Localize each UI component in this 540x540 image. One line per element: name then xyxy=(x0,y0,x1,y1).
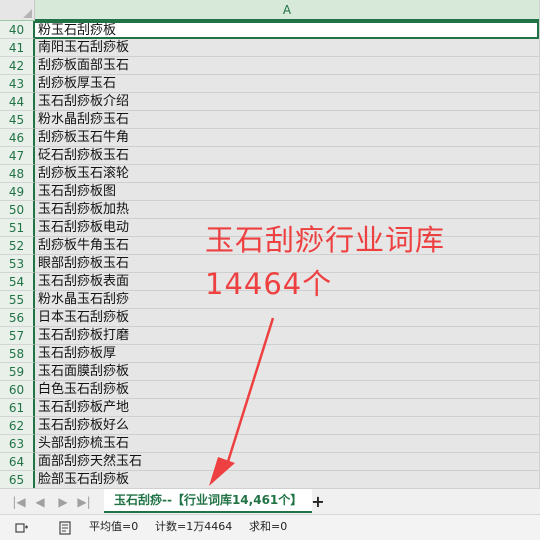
add-sheet-button[interactable]: + xyxy=(308,492,328,512)
row-header[interactable]: 52 xyxy=(0,237,35,255)
table-row: 43 刮痧板厚玉石 xyxy=(0,75,540,93)
active-cell[interactable]: 粉玉石刮痧板 xyxy=(35,21,539,39)
row-header[interactable]: 56 xyxy=(0,309,35,327)
prev-sheet-icon[interactable]: ◀ xyxy=(31,493,49,511)
table-row: 62 玉石刮痧板好么 xyxy=(0,417,540,435)
table-cell[interactable]: 刮痧板面部玉石 xyxy=(35,57,539,75)
row-header[interactable]: 49 xyxy=(0,183,35,201)
table-cell[interactable]: 玉石刮痧板图 xyxy=(35,183,539,201)
last-sheet-icon[interactable]: ▶| xyxy=(75,493,93,511)
select-all-triangle-icon xyxy=(23,9,32,18)
table-row: 65 脸部玉石刮痧板 xyxy=(0,471,540,489)
table-cell[interactable]: 玉石刮痧板好么 xyxy=(35,417,539,435)
table-row: 42 刮痧板面部玉石 xyxy=(0,57,540,75)
next-sheet-icon[interactable]: ▶ xyxy=(54,493,72,511)
accessibility-icon[interactable] xyxy=(14,520,30,536)
table-cell[interactable]: 砭石刮痧板玉石 xyxy=(35,147,539,165)
sheet-tab-bar: |◀ ◀ ▶ ▶| 玉石刮痧--【行业词库14,461个】 + xyxy=(0,488,540,514)
row-header[interactable]: 65 xyxy=(0,471,35,489)
row-header[interactable]: 50 xyxy=(0,201,35,219)
row-header[interactable]: 48 xyxy=(0,165,35,183)
table-row: 45 粉水晶刮痧玉石 xyxy=(0,111,540,129)
table-row: 60 白色玉石刮痧板 xyxy=(0,381,540,399)
table-cell[interactable]: 南阳玉石刮痧板 xyxy=(35,39,539,57)
table-cell[interactable]: 玉石刮痧板加热 xyxy=(35,201,539,219)
row-header[interactable]: 63 xyxy=(0,435,35,453)
row-header[interactable]: 53 xyxy=(0,255,35,273)
table-cell[interactable]: 刮痧板玉石滚轮 xyxy=(35,165,539,183)
table-cell[interactable]: 玉石刮痧板厚 xyxy=(35,345,539,363)
status-sum: 求和=0 xyxy=(249,520,288,533)
row-header[interactable]: 47 xyxy=(0,147,35,165)
row-header[interactable]: 44 xyxy=(0,93,35,111)
table-row: 49 玉石刮痧板图 xyxy=(0,183,540,201)
row-header[interactable]: 54 xyxy=(0,273,35,291)
sheet-tab-active[interactable]: 玉石刮痧--【行业词库14,461个】 xyxy=(104,489,313,513)
status-average: 平均值=0 xyxy=(89,520,139,533)
row-header[interactable]: 42 xyxy=(0,57,35,75)
column-header-a[interactable]: A xyxy=(35,0,539,21)
table-row: 59 玉石面膜刮痧板 xyxy=(0,363,540,381)
table-row: 46 刮痧板玉石牛角 xyxy=(0,129,540,147)
table-cell[interactable]: 刮痧板厚玉石 xyxy=(35,75,539,93)
row-header[interactable]: 40 xyxy=(0,21,35,39)
annotation-line-1: 玉石刮痧行业词库 xyxy=(205,223,446,257)
table-row: 58 玉石刮痧板厚 xyxy=(0,345,540,363)
table-cell[interactable]: 脸部玉石刮痧板 xyxy=(35,471,539,489)
row-header[interactable]: 59 xyxy=(0,363,35,381)
table-cell[interactable]: 玉石刮痧板打磨 xyxy=(35,327,539,345)
table-cell[interactable]: 玉石刮痧板介绍 xyxy=(35,93,539,111)
table-row: 41 南阳玉石刮痧板 xyxy=(0,39,540,57)
table-row: 63 头部刮痧梳玉石 xyxy=(0,435,540,453)
table-cell[interactable]: 刮痧板玉石牛角 xyxy=(35,129,539,147)
table-row: 44 玉石刮痧板介绍 xyxy=(0,93,540,111)
row-header[interactable]: 58 xyxy=(0,345,35,363)
table-row: 57 玉石刮痧板打磨 xyxy=(0,327,540,345)
select-all-corner[interactable] xyxy=(0,0,35,21)
status-bar: 平均值=0 计数=1万4464 求和=0 xyxy=(0,514,540,540)
table-row: 47 砭石刮痧板玉石 xyxy=(0,147,540,165)
row-header[interactable]: 51 xyxy=(0,219,35,237)
table-row: 40 粉玉石刮痧板 xyxy=(0,21,540,39)
page-view-icon[interactable] xyxy=(57,520,73,536)
row-header[interactable]: 62 xyxy=(0,417,35,435)
annotation-text: 玉石刮痧行业词库 14464个 xyxy=(205,218,445,306)
row-header[interactable]: 45 xyxy=(0,111,35,129)
table-row: 48 刮痧板玉石滚轮 xyxy=(0,165,540,183)
table-cell[interactable]: 粉水晶刮痧玉石 xyxy=(35,111,539,129)
table-cell[interactable]: 日本玉石刮痧板 xyxy=(35,309,539,327)
first-sheet-icon[interactable]: |◀ xyxy=(10,493,28,511)
table-cell[interactable]: 面部刮痧天然玉石 xyxy=(35,453,539,471)
table-row: 61 玉石刮痧板产地 xyxy=(0,399,540,417)
table-row: 50 玉石刮痧板加热 xyxy=(0,201,540,219)
status-count: 计数=1万4464 xyxy=(155,520,233,533)
row-header[interactable]: 64 xyxy=(0,453,35,471)
row-header[interactable]: 57 xyxy=(0,327,35,345)
table-cell[interactable]: 玉石面膜刮痧板 xyxy=(35,363,539,381)
row-header[interactable]: 41 xyxy=(0,39,35,57)
table-row: 56 日本玉石刮痧板 xyxy=(0,309,540,327)
row-header[interactable]: 60 xyxy=(0,381,35,399)
table-cell[interactable]: 白色玉石刮痧板 xyxy=(35,381,539,399)
row-header[interactable]: 46 xyxy=(0,129,35,147)
table-cell[interactable]: 头部刮痧梳玉石 xyxy=(35,435,539,453)
row-header[interactable]: 43 xyxy=(0,75,35,93)
row-header[interactable]: 55 xyxy=(0,291,35,309)
row-header[interactable]: 61 xyxy=(0,399,35,417)
table-cell[interactable]: 玉石刮痧板产地 xyxy=(35,399,539,417)
annotation-line-2: 14464个 xyxy=(205,267,333,301)
table-row: 64 面部刮痧天然玉石 xyxy=(0,453,540,471)
